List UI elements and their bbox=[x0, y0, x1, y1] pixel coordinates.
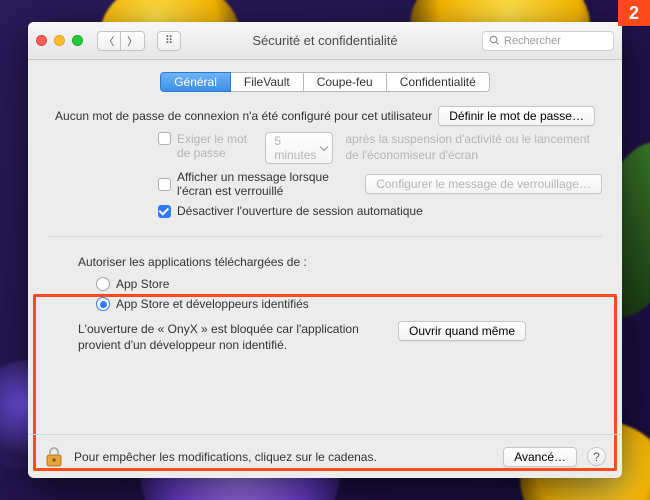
open-anyway-button[interactable]: Ouvrir quand même bbox=[398, 321, 526, 341]
show-lock-message-label: Afficher un message lorsque l'écran est … bbox=[177, 170, 353, 198]
minimize-window-button[interactable] bbox=[54, 35, 65, 46]
chevron-right-icon: 〉 bbox=[127, 33, 138, 49]
window-body: Général FileVault Coupe-feu Confidential… bbox=[28, 60, 622, 478]
tab-bar: Général FileVault Coupe-feu Confidential… bbox=[28, 72, 622, 92]
disable-autologin-label: Désactiver l'ouverture de session automa… bbox=[177, 204, 423, 218]
titlebar: 〈 〉 ⠿ Sécurité et confidentialité Recher… bbox=[28, 22, 622, 60]
require-password-suffix: après la suspension d'activité ou le lan… bbox=[345, 132, 602, 163]
advanced-button[interactable]: Avancé… bbox=[503, 447, 577, 467]
nav-back-forward: 〈 〉 bbox=[97, 31, 145, 51]
forward-button[interactable]: 〉 bbox=[121, 31, 145, 51]
show-all-button[interactable]: ⠿ bbox=[157, 31, 181, 51]
search-icon bbox=[489, 35, 500, 46]
footer: Pour empêcher les modifications, cliquez… bbox=[28, 434, 622, 478]
tab-firewall[interactable]: Coupe-feu bbox=[304, 72, 387, 92]
disable-autologin-checkbox[interactable] bbox=[158, 205, 171, 218]
require-password-delay-popup[interactable]: 5 minutes bbox=[265, 132, 333, 164]
lock-hint-text: Pour empêcher les modifications, cliquez… bbox=[74, 450, 377, 464]
general-section: Aucun mot de passe de connexion n'a été … bbox=[48, 106, 602, 237]
tab-general[interactable]: Général bbox=[160, 72, 231, 92]
gatekeeper-section: Autoriser les applications téléchargées … bbox=[48, 237, 602, 365]
chevron-left-icon: 〈 bbox=[104, 33, 115, 49]
help-button[interactable]: ? bbox=[587, 447, 606, 466]
tab-filevault[interactable]: FileVault bbox=[231, 72, 304, 92]
require-password-label: Exiger le mot de passe bbox=[177, 132, 259, 160]
show-lock-message-checkbox[interactable] bbox=[158, 178, 171, 191]
no-password-text: Aucun mot de passe de connexion n'a été … bbox=[55, 109, 432, 123]
set-password-button[interactable]: Définir le mot de passe… bbox=[438, 106, 595, 126]
search-placeholder: Rechercher bbox=[504, 35, 561, 47]
preferences-window: 〈 〉 ⠿ Sécurité et confidentialité Recher… bbox=[28, 22, 622, 478]
close-window-button[interactable] bbox=[36, 35, 47, 46]
radio-app-store[interactable] bbox=[96, 277, 110, 291]
lock-icon[interactable] bbox=[44, 445, 64, 469]
set-lock-message-button[interactable]: Configurer le message de verrouillage… bbox=[365, 174, 602, 194]
window-controls bbox=[36, 35, 83, 46]
back-button[interactable]: 〈 bbox=[97, 31, 121, 51]
tab-privacy[interactable]: Confidentialité bbox=[387, 72, 490, 92]
gatekeeper-heading: Autoriser les applications téléchargées … bbox=[78, 255, 588, 269]
radio-identified-developers[interactable] bbox=[96, 297, 110, 311]
require-password-checkbox[interactable] bbox=[158, 132, 171, 145]
search-input[interactable]: Rechercher bbox=[482, 31, 614, 51]
grid-icon: ⠿ bbox=[165, 34, 173, 47]
step-badge: 2 bbox=[618, 0, 650, 26]
zoom-window-button[interactable] bbox=[72, 35, 83, 46]
radio-identified-developers-label: App Store et développeurs identifiés bbox=[116, 297, 309, 311]
gatekeeper-blocked-message: L'ouverture de « OnyX » est bloquée car … bbox=[78, 321, 388, 353]
radio-app-store-label: App Store bbox=[116, 277, 169, 291]
